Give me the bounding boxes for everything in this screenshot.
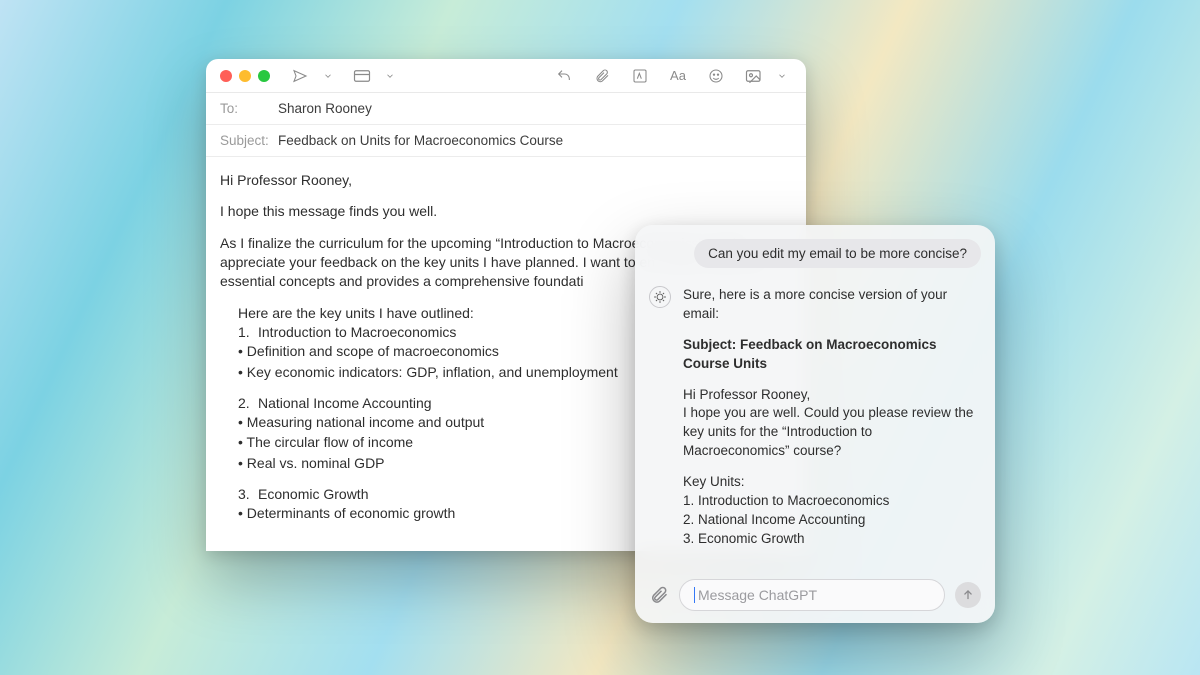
chevron-down-icon[interactable] <box>380 66 400 86</box>
chat-assistant-panel: Can you edit my email to be more concise… <box>635 225 995 623</box>
window-controls <box>220 70 270 82</box>
photo-icon[interactable] <box>744 66 764 86</box>
header-fields-icon[interactable] <box>352 66 372 86</box>
attachment-icon[interactable] <box>649 585 669 605</box>
text-caret <box>694 587 695 603</box>
user-message: Can you edit my email to be more concise… <box>694 239 981 268</box>
to-value: Sharon Rooney <box>278 101 372 116</box>
markup-icon[interactable] <box>630 66 650 86</box>
zoom-icon[interactable] <box>258 70 270 82</box>
assistant-intro: Sure, here is a more concise version of … <box>683 286 981 324</box>
chat-input-row: Message ChatGPT <box>649 579 981 611</box>
body-greeting: Hi Professor Rooney, <box>220 171 792 190</box>
assistant-subject: Subject: Feedback on Macroeconomics Cour… <box>683 336 981 374</box>
minimize-icon[interactable] <box>239 70 251 82</box>
chat-input-placeholder: Message ChatGPT <box>698 587 817 603</box>
chevron-down-icon[interactable] <box>318 66 338 86</box>
to-field[interactable]: To: Sharon Rooney <box>206 93 806 125</box>
send-button[interactable] <box>955 582 981 608</box>
assistant-logo-icon <box>649 286 671 308</box>
chat-assistant-row: Sure, here is a more concise version of … <box>649 286 981 571</box>
emoji-icon[interactable] <box>706 66 726 86</box>
reply-icon[interactable] <box>554 66 574 86</box>
list-item: 2. National Income Accounting <box>683 511 981 530</box>
to-label: To: <box>220 101 278 116</box>
send-icon[interactable] <box>290 66 310 86</box>
body-p1: I hope this message finds you well. <box>220 202 792 221</box>
assistant-greeting: Hi Professor Rooney, <box>683 386 981 405</box>
assistant-body-text: I hope you are well. Could you please re… <box>683 404 981 461</box>
close-icon[interactable] <box>220 70 232 82</box>
subject-label: Subject: <box>220 133 278 148</box>
list-item: 3. Economic Growth <box>683 530 981 549</box>
chat-user-row: Can you edit my email to be more concise… <box>649 239 981 268</box>
assistant-message: Sure, here is a more concise version of … <box>683 286 981 571</box>
chat-input[interactable]: Message ChatGPT <box>679 579 945 611</box>
attachment-icon[interactable] <box>592 66 612 86</box>
assistant-keyunits-label: Key Units: <box>683 473 981 492</box>
mail-toolbar: Aa <box>206 59 806 93</box>
chevron-down-icon[interactable] <box>772 66 792 86</box>
subject-field[interactable]: Subject: Feedback on Units for Macroecon… <box>206 125 806 157</box>
format-icon[interactable]: Aa <box>668 66 688 86</box>
list-item: 1. Introduction to Macroeconomics <box>683 492 981 511</box>
subject-value: Feedback on Units for Macroeconomics Cou… <box>278 133 563 148</box>
